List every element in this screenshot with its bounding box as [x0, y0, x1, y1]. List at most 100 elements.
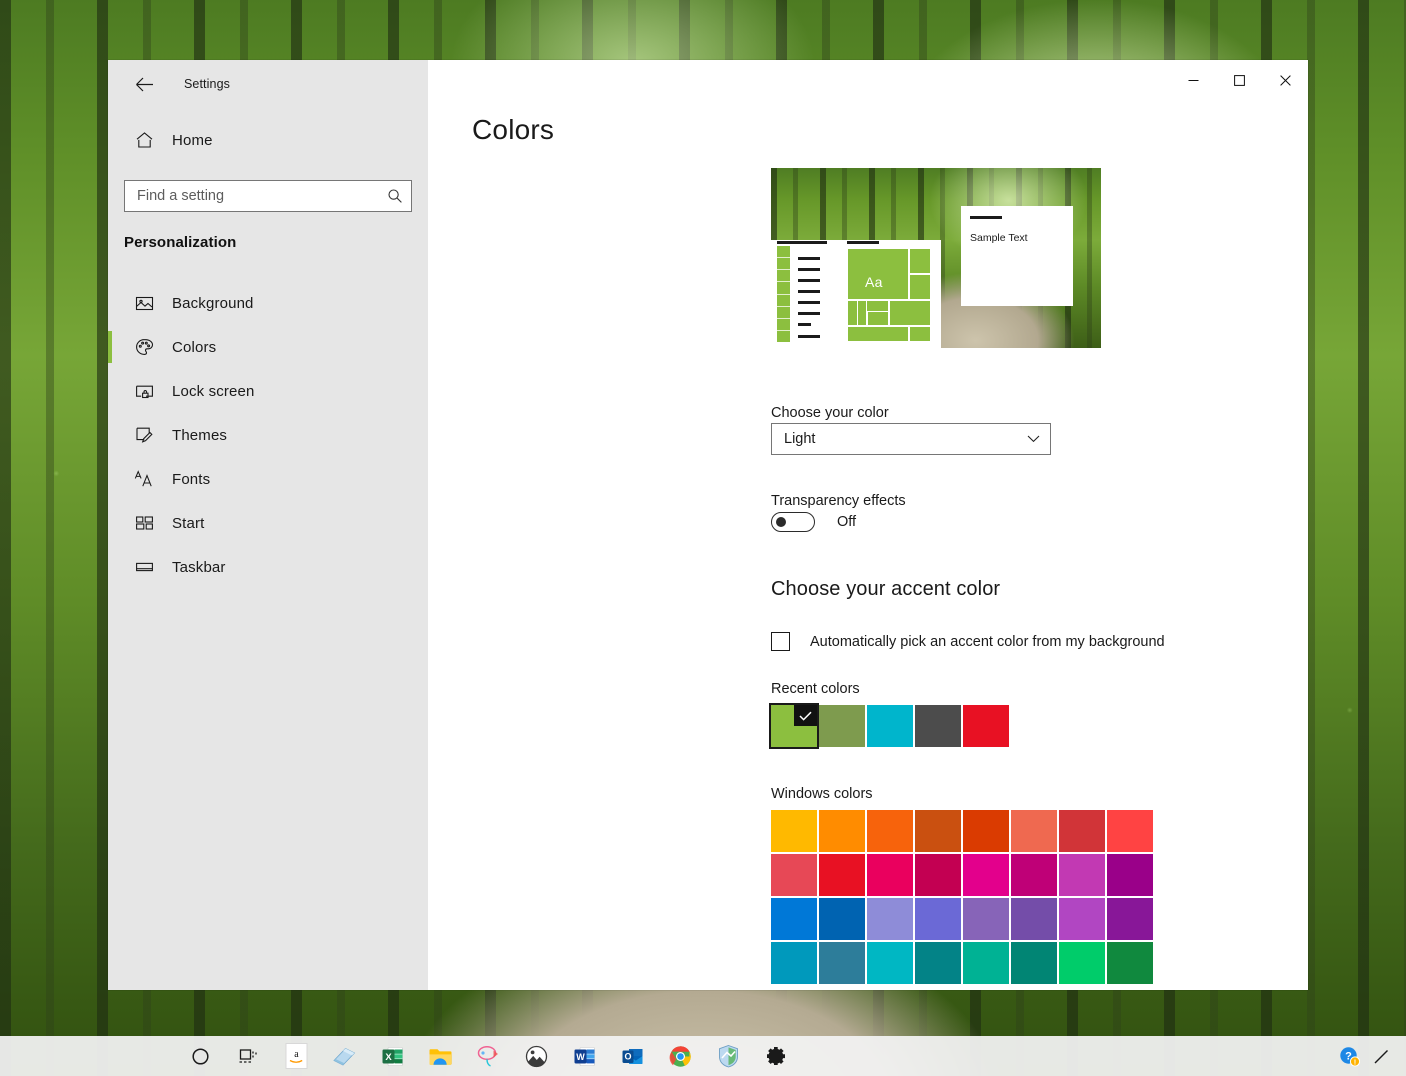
sidebar-item-themes[interactable]: Themes: [108, 413, 428, 457]
window-titlebar-left: Settings: [108, 60, 428, 108]
windows-color-swatch-r3-c2[interactable]: [867, 942, 913, 984]
reader-icon[interactable]: [320, 1036, 368, 1076]
windows-color-swatch-r2-c1[interactable]: [819, 898, 865, 940]
windows-color-swatch-r1-c1[interactable]: [819, 854, 865, 896]
toggle-knob: [776, 517, 786, 527]
windows-color-swatch-r2-c3[interactable]: [915, 898, 961, 940]
transparency-toggle-row: Off: [771, 512, 856, 532]
close-button[interactable]: [1262, 60, 1308, 100]
auto-accent-checkbox[interactable]: [771, 632, 790, 651]
windows-color-swatch-r0-c5[interactable]: [1011, 810, 1057, 852]
windows-color-swatch-r0-c3[interactable]: [915, 810, 961, 852]
amazon-icon[interactable]: a: [272, 1036, 320, 1076]
search-box[interactable]: [124, 180, 412, 212]
maximize-icon: [1233, 74, 1245, 86]
preview-tile-text: Aa: [865, 274, 883, 290]
windows-color-swatch-r2-c0[interactable]: [771, 898, 817, 940]
windows-color-swatch-r1-c6[interactable]: [1059, 854, 1105, 896]
preview-line: [777, 241, 827, 244]
preview-line: [847, 241, 879, 244]
transparency-label: Transparency effects: [771, 493, 906, 509]
windows-color-swatch-r1-c4[interactable]: [963, 854, 1009, 896]
file-explorer-icon[interactable]: [416, 1036, 464, 1076]
windows-color-swatch-r1-c5[interactable]: [1011, 854, 1057, 896]
transparency-state-label: Off: [837, 514, 857, 530]
sidebar-item-home[interactable]: Home: [108, 118, 428, 162]
windows-color-swatch-r1-c0[interactable]: [771, 854, 817, 896]
windows-color-swatch-r1-c3[interactable]: [915, 854, 961, 896]
windows-color-swatch-r0-c4[interactable]: [963, 810, 1009, 852]
recent-color-swatch-3[interactable]: [915, 705, 961, 747]
sidebar-item-themes-label: Themes: [172, 426, 228, 444]
sidebar-item-home-label: Home: [172, 131, 213, 149]
recent-color-swatch-0[interactable]: [769, 703, 819, 749]
preview-line: [798, 301, 820, 304]
preview-taskbar-strip: [777, 246, 790, 342]
task-view-icon[interactable]: [224, 1036, 272, 1076]
preview-line: [798, 279, 820, 282]
windows-taskbar: a X W O ? !: [0, 1036, 1406, 1076]
windows-color-swatch-r2-c7[interactable]: [1107, 898, 1153, 940]
settings-gear-icon[interactable]: [752, 1036, 800, 1076]
chrome-icon[interactable]: [656, 1036, 704, 1076]
sidebar-item-taskbar[interactable]: Taskbar: [108, 545, 428, 589]
sidebar-item-lock-screen[interactable]: Lock screen: [108, 369, 428, 413]
maximize-button[interactable]: [1216, 60, 1262, 100]
color-mode-value: Light: [784, 431, 816, 447]
recent-color-swatch-4[interactable]: [963, 705, 1009, 747]
windows-color-swatch-r1-c2[interactable]: [867, 854, 913, 896]
word-icon[interactable]: W: [560, 1036, 608, 1076]
windows-color-swatch-r0-c7[interactable]: [1107, 810, 1153, 852]
windows-color-swatch-r2-c4[interactable]: [963, 898, 1009, 940]
window-title: Settings: [184, 77, 230, 91]
back-button[interactable]: [124, 68, 164, 100]
sidebar-item-fonts[interactable]: Fonts: [108, 457, 428, 501]
start-icon: [124, 515, 164, 531]
help-alert-icon[interactable]: ? !: [1334, 1036, 1364, 1076]
security-shield-icon[interactable]: [704, 1036, 752, 1076]
windows-color-swatch-r2-c6[interactable]: [1059, 898, 1105, 940]
windows-color-swatch-r2-c5[interactable]: [1011, 898, 1057, 940]
settings-window: Settings Home Personalization: [108, 60, 1308, 990]
windows-color-swatch-r3-c6[interactable]: [1059, 942, 1105, 984]
minimize-button[interactable]: [1170, 60, 1216, 100]
minimize-icon: [1188, 79, 1198, 81]
windows-color-swatch-r3-c7[interactable]: [1107, 942, 1153, 984]
recent-color-swatch-1[interactable]: [819, 705, 865, 747]
color-mode-dropdown[interactable]: Light: [771, 423, 1051, 455]
windows-color-swatch-r3-c1[interactable]: [819, 942, 865, 984]
sidebar-item-start[interactable]: Start: [108, 501, 428, 545]
windows-color-swatch-r0-c0[interactable]: [771, 810, 817, 852]
sidebar-item-colors[interactable]: Colors: [108, 325, 428, 369]
accent-color-heading: Choose your accent color: [771, 578, 1001, 600]
windows-color-swatch-r3-c5[interactable]: [1011, 942, 1057, 984]
page-title: Colors: [472, 114, 555, 145]
auto-accent-checkbox-row[interactable]: Automatically pick an accent color from …: [771, 632, 1165, 651]
windows-color-swatch-r3-c3[interactable]: [915, 942, 961, 984]
outlook-icon[interactable]: O: [608, 1036, 656, 1076]
windows-color-swatch-r0-c2[interactable]: [867, 810, 913, 852]
cortana-icon[interactable]: [176, 1036, 224, 1076]
excel-icon[interactable]: X: [368, 1036, 416, 1076]
color-preview: Aa Sample Text: [771, 168, 1101, 348]
svg-text:W: W: [576, 1052, 585, 1062]
choose-color-label: Choose your color: [771, 405, 889, 421]
windows-color-swatch-r0-c1[interactable]: [819, 810, 865, 852]
paint-3d-icon[interactable]: [464, 1036, 512, 1076]
pen-cursor-icon[interactable]: [1366, 1036, 1396, 1076]
svg-text:!: !: [1353, 1057, 1356, 1066]
window-caption-buttons: [1170, 60, 1308, 100]
windows-color-swatch-r1-c7[interactable]: [1107, 854, 1153, 896]
transparency-toggle[interactable]: [771, 512, 815, 532]
sidebar-item-background[interactable]: Background: [108, 281, 428, 325]
search-input[interactable]: [137, 188, 387, 204]
sidebar-category-title: Personalization: [124, 234, 237, 251]
windows-color-swatch-r0-c6[interactable]: [1059, 810, 1105, 852]
windows-color-swatch-r3-c4[interactable]: [963, 942, 1009, 984]
settings-content-pane: Colors Aa Sample Text Choose your color …: [428, 60, 1308, 990]
preview-line: [798, 335, 820, 338]
photos-icon[interactable]: [512, 1036, 560, 1076]
recent-color-swatch-2[interactable]: [867, 705, 913, 747]
windows-color-swatch-r3-c0[interactable]: [771, 942, 817, 984]
windows-color-swatch-r2-c2[interactable]: [867, 898, 913, 940]
